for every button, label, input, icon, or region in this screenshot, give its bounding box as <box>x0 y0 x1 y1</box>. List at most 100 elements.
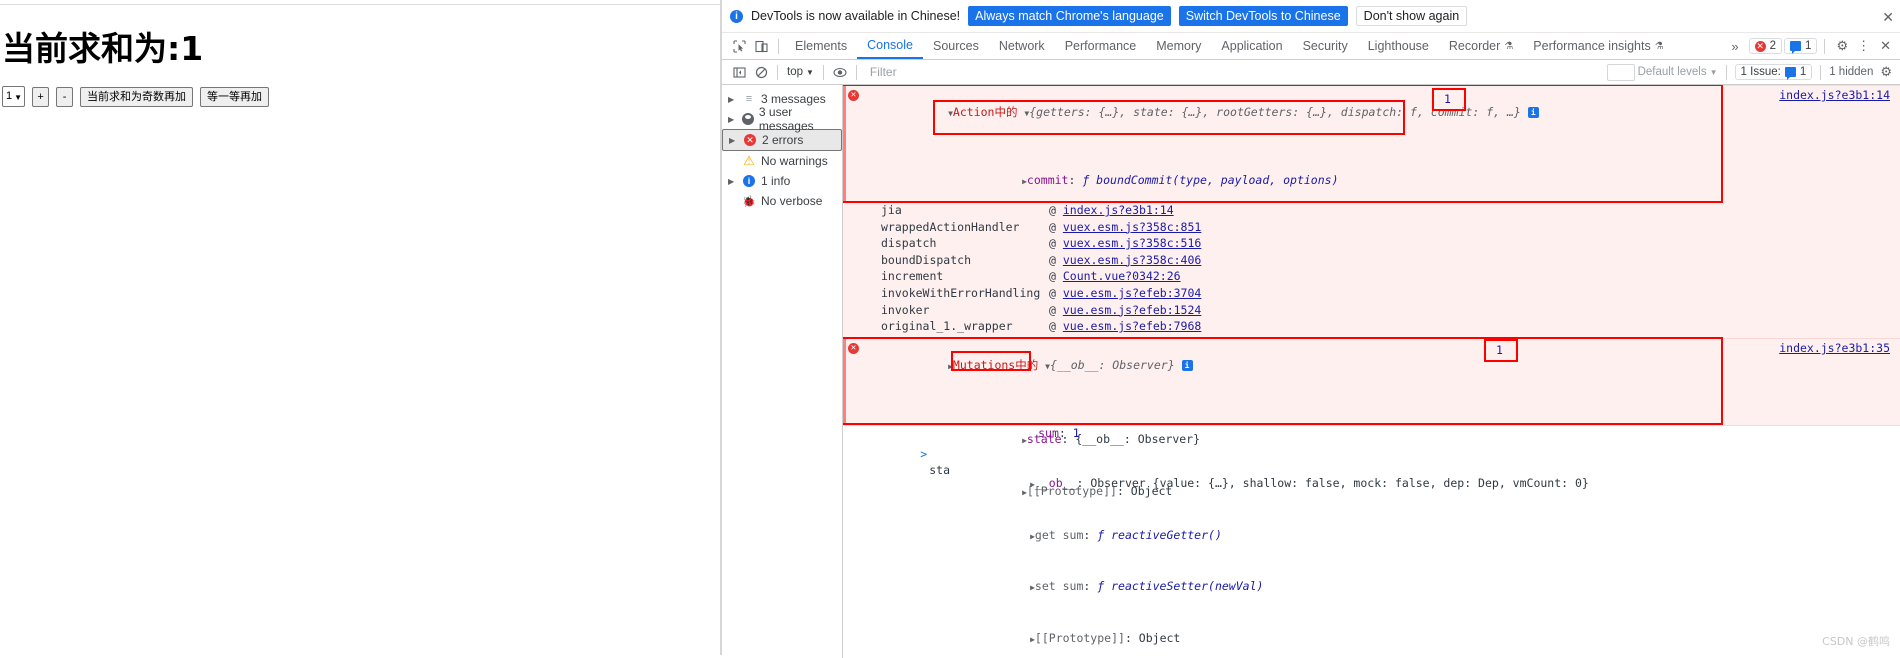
count-select[interactable]: 1 ▼ <box>2 86 25 107</box>
console-error-entry-1[interactable]: ✕ ▼Action中的 ▼{getters: {…}, state: {…}, … <box>843 85 1900 204</box>
stack-frame[interactable]: dispatch@ vuex.esm.js?358c:516 <box>843 235 1900 252</box>
sidebar-item-info[interactable]: ▶ i 1 info <box>722 171 842 191</box>
tab-application[interactable]: Application <box>1211 34 1292 59</box>
stack-frame[interactable]: jia@ index.js?e3b1:14 <box>843 202 1900 219</box>
increment-button[interactable]: + <box>32 87 49 107</box>
kebab-menu-icon[interactable]: ⋮ <box>1854 38 1873 54</box>
execution-context-selector[interactable]: top ▼ <box>783 66 818 78</box>
property-key: set sum <box>1035 579 1083 593</box>
console-toolbar-right: Default levels ▼ 1 Issue: 1 1 hidden ⚙ <box>1607 60 1896 84</box>
console-sidebar: ▶ ≡ 3 messages ▶ 3 user messages ▶ ✕ 2 e… <box>722 85 843 658</box>
add-if-odd-button[interactable]: 当前求和为奇数再加 <box>80 87 193 107</box>
stack-frame-link[interactable]: vuex.esm.js?358c:516 <box>1063 236 1201 250</box>
property-key: __ob__ <box>1035 476 1077 490</box>
property-value: ƒ reactiveSetter(newVal) <box>1097 579 1263 593</box>
stack-frame-link[interactable]: vuex.esm.js?358c:851 <box>1063 220 1201 234</box>
annotation-badge-1: 1 <box>1444 91 1451 108</box>
close-icon[interactable]: ✕ <box>1882 9 1894 26</box>
tab-recorder[interactable]: Recorder ⚗ <box>1439 34 1523 59</box>
device-toolbar-icon[interactable] <box>750 36 772 56</box>
property-value: Object <box>1139 631 1181 645</box>
object-property-get-sum[interactable]: ▶get sum: ƒ reactiveGetter() <box>843 510 1900 562</box>
info-icon: i <box>742 174 756 188</box>
live-expression-icon[interactable] <box>829 62 851 82</box>
object-property-commit[interactable]: ▶commit: ƒ boundCommit(type, payload, op… <box>843 155 1900 207</box>
stack-frame-link[interactable]: vuex.esm.js?358c:406 <box>1063 253 1201 267</box>
tab-memory[interactable]: Memory <box>1146 34 1211 59</box>
clear-console-icon[interactable] <box>750 62 772 82</box>
stack-frame-function: increment <box>881 268 1049 285</box>
inspect-element-icon[interactable] <box>728 36 750 56</box>
property-value: ƒ boundCommit(type, payload, options) <box>1082 173 1338 187</box>
tab-sources[interactable]: Sources <box>923 34 989 59</box>
entry-preview: {__ob__: Observer} <box>1050 358 1175 372</box>
console-prompt[interactable]: > sta <box>843 429 950 495</box>
chevron-right-icon[interactable]: ▶ <box>728 115 736 124</box>
stack-frame[interactable]: increment@ Count.vue?0342:26 <box>843 268 1900 285</box>
info-icon[interactable]: i <box>1182 360 1193 371</box>
toolbar-divider <box>856 65 857 80</box>
chevron-right-icon[interactable]: ▶ <box>728 177 737 186</box>
chevron-right-icon[interactable]: ▶ <box>728 95 737 104</box>
close-icon[interactable]: ✕ <box>1875 38 1896 54</box>
prompt-chevron-icon: > <box>920 447 927 461</box>
property-key: commit <box>1027 173 1069 187</box>
log-levels-selector[interactable]: Default levels ▼ <box>1638 66 1718 78</box>
stack-trace-entry-1: jia@ index.js?e3b1:14 wrappedActionHandl… <box>843 202 1900 338</box>
sidebar-item-verbose[interactable]: 🐞 No verbose <box>722 191 842 211</box>
dont-show-again-button[interactable]: Don't show again <box>1356 6 1468 26</box>
stack-frame[interactable]: invokeWithErrorHandling@ vue.esm.js?efeb… <box>843 285 1900 302</box>
tab-elements[interactable]: Elements <box>785 34 857 59</box>
stack-frame-function: original_1._wrapper <box>881 318 1049 335</box>
tab-lighthouse[interactable]: Lighthouse <box>1358 34 1439 59</box>
source-link[interactable]: index.js?e3b1:35 <box>1779 340 1890 357</box>
stack-frame-link[interactable]: Count.vue?0342:26 <box>1063 269 1181 283</box>
stack-frame[interactable]: invoker@ vue.esm.js?efeb:1524 <box>843 302 1900 319</box>
stack-frame[interactable]: wrappedActionHandler@ vuex.esm.js?358c:8… <box>843 219 1900 236</box>
console-entry-header[interactable]: ▼Action中的 ▼{getters: {…}, state: {…}, ro… <box>843 86 1900 155</box>
decrement-button[interactable]: - <box>56 87 73 107</box>
property-key: get sum <box>1035 528 1083 542</box>
object-property-set-sum[interactable]: ▶set sum: ƒ reactiveSetter(newVal) <box>843 562 1900 614</box>
console-entry-header[interactable]: ▶Mutations中的 ▼{__ob__: Observer} i index… <box>843 339 1900 408</box>
info-icon: i <box>730 10 743 23</box>
sidebar-item-user-messages[interactable]: ▶ 3 user messages <box>722 109 842 129</box>
object-property-prototype[interactable]: ▶[[Prototype]]: Object <box>843 614 1900 658</box>
info-icon[interactable]: i <box>1528 107 1539 118</box>
stack-frame-function: invoker <box>881 302 1049 319</box>
stack-frame-link[interactable]: vue.esm.js?efeb:3704 <box>1063 286 1201 300</box>
chevron-double-right-icon[interactable]: » <box>1723 39 1746 54</box>
source-link[interactable]: index.js?e3b1:14 <box>1779 87 1890 104</box>
tab-console[interactable]: Console <box>857 34 923 59</box>
console-error-entry-2[interactable]: ✕ ▶Mutations中的 ▼{__ob__: Observer} i ind… <box>843 338 1900 426</box>
switch-to-chinese-button[interactable]: Switch DevTools to Chinese <box>1179 6 1348 26</box>
tab-performance[interactable]: Performance <box>1055 34 1147 59</box>
toolbar-divider <box>1824 39 1825 54</box>
gear-icon[interactable]: ⚙ <box>1832 38 1852 54</box>
sidebar-toggle-icon[interactable] <box>728 62 750 82</box>
object-property-sum[interactable]: sum: 1 <box>843 408 1900 458</box>
always-match-language-button[interactable]: Always match Chrome's language <box>968 6 1171 26</box>
stack-frame-link[interactable]: vue.esm.js?efeb:7968 <box>1063 319 1201 333</box>
stack-frame[interactable]: boundDispatch@ vuex.esm.js?358c:406 <box>843 252 1900 269</box>
page-top-divider <box>0 4 720 5</box>
gear-icon[interactable]: ⚙ <box>1876 64 1896 80</box>
tab-network[interactable]: Network <box>989 34 1055 59</box>
message-counts[interactable]: 1 <box>1784 38 1817 54</box>
sidebar-item-warnings[interactable]: ⚠ No warnings <box>722 151 842 171</box>
flask-icon: ⚗ <box>1655 34 1664 59</box>
tab-performance-insights[interactable]: Performance insights ⚗ <box>1523 34 1673 59</box>
stack-frame-link[interactable]: index.js?e3b1:14 <box>1063 203 1174 217</box>
chevron-right-icon[interactable]: ▶ <box>729 132 738 149</box>
prompt-input[interactable]: sta <box>929 463 950 477</box>
error-warning-counts[interactable]: ✕ 2 <box>1749 38 1782 54</box>
stack-frame-link[interactable]: vue.esm.js?efeb:1524 <box>1063 303 1201 317</box>
stack-frame[interactable]: original_1._wrapper@ vue.esm.js?efeb:796… <box>843 318 1900 335</box>
tab-security[interactable]: Security <box>1293 34 1358 59</box>
object-property-ob[interactable]: ▶__ob__: Observer {value: {…}, shallow: … <box>843 458 1900 510</box>
issues-button[interactable]: 1 Issue: 1 <box>1735 64 1813 80</box>
console-log-area[interactable]: ✕ ▼Action中的 ▼{getters: {…}, state: {…}, … <box>843 85 1900 658</box>
filter-input[interactable]: Filter <box>870 65 897 79</box>
add-later-button[interactable]: 等一等再加 <box>200 87 269 107</box>
sidebar-item-label: 1 info <box>761 174 790 188</box>
